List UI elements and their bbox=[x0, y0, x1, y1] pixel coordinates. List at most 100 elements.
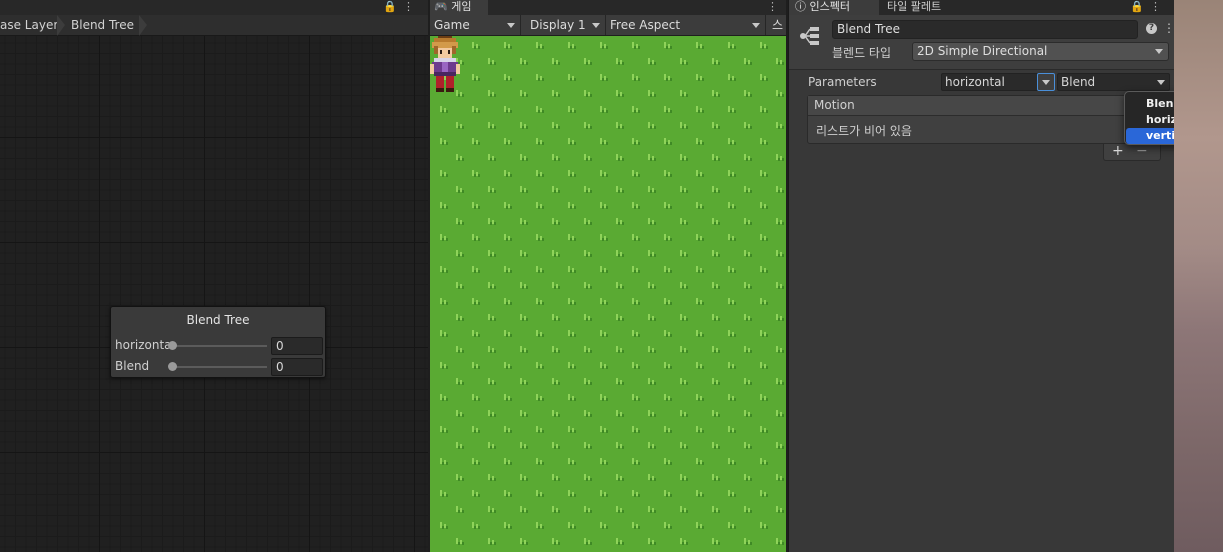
chevron-down-icon bbox=[752, 23, 760, 28]
grass-tuft bbox=[568, 490, 576, 497]
asset-name-field[interactable]: Blend Tree bbox=[832, 20, 1138, 39]
grass-tuft bbox=[568, 138, 576, 145]
grass-tuft bbox=[456, 538, 464, 545]
grass-tuft bbox=[616, 282, 624, 289]
grass-tuft bbox=[520, 218, 528, 225]
grass-tuft bbox=[472, 330, 480, 337]
grass-tuft bbox=[648, 506, 656, 513]
breadcrumb-blend-tree[interactable]: Blend Tree bbox=[71, 15, 134, 36]
grass-tuft bbox=[664, 298, 672, 305]
animator-tab-bar: 🔒⋮ bbox=[0, 0, 428, 15]
grass-tuft bbox=[776, 218, 784, 225]
grass-tuft bbox=[568, 202, 576, 209]
grass-tuft bbox=[696, 490, 704, 497]
tab-game[interactable]: 🎮 게임 bbox=[430, 0, 488, 15]
grass-tuft bbox=[616, 346, 624, 353]
motion-list-empty-text: 리스트가 비어 있음 bbox=[816, 124, 912, 138]
display-dropdown[interactable]: Display 1 bbox=[526, 15, 606, 35]
grass-tuft bbox=[744, 442, 752, 449]
grass-tuft bbox=[744, 506, 752, 513]
grass-tuft bbox=[776, 506, 784, 513]
animator-graph-canvas[interactable] bbox=[0, 36, 428, 552]
node-param-slider-knob[interactable] bbox=[168, 341, 177, 350]
grass-tuft bbox=[664, 458, 672, 465]
tab-tile-palette[interactable]: 타일 팔레트 bbox=[881, 0, 971, 15]
game-viewport[interactable] bbox=[430, 36, 786, 552]
grass-tuft bbox=[728, 330, 736, 337]
blend-type-dropdown[interactable]: 2D Simple Directional bbox=[912, 42, 1169, 61]
grass-tuft bbox=[616, 122, 624, 129]
grass-tuft bbox=[664, 138, 672, 145]
grass-tuft bbox=[568, 42, 576, 49]
add-motion-button[interactable]: + bbox=[1112, 144, 1124, 159]
grass-tuft bbox=[552, 474, 560, 481]
grass-tuft bbox=[776, 410, 784, 417]
grass-tuft bbox=[504, 138, 512, 145]
inspector-panel: ⓘ 인스펙터 타일 팔레트 🔒⋮ Blend Tree ? ⋮ 블렌드 타입 2… bbox=[788, 0, 1175, 552]
node-param-value-field[interactable]: 0 bbox=[271, 337, 323, 355]
node-param-value-field[interactable]: 0 bbox=[271, 358, 323, 376]
grass-tuft bbox=[472, 42, 480, 49]
grass-tuft bbox=[616, 154, 624, 161]
grass-tuft bbox=[712, 314, 720, 321]
grass-tuft bbox=[488, 186, 496, 193]
grass-tuft bbox=[712, 58, 720, 65]
grass-tuft bbox=[616, 90, 624, 97]
node-param-slider-track[interactable] bbox=[175, 366, 267, 368]
motion-list-header: Motion bbox=[808, 96, 1160, 116]
grass-tuft bbox=[728, 426, 736, 433]
grass-tiles bbox=[440, 42, 784, 545]
node-param-slider-track[interactable] bbox=[175, 345, 267, 347]
param-x-dropdown-button[interactable] bbox=[1037, 73, 1055, 91]
grass-tuft bbox=[696, 458, 704, 465]
grass-tuft bbox=[568, 394, 576, 401]
grass-tuft bbox=[456, 410, 464, 417]
panel-lock-and-more-icons[interactable]: 🔒⋮ bbox=[383, 0, 420, 13]
node-param-name: Blend bbox=[115, 359, 150, 373]
grass-tuft bbox=[728, 266, 736, 273]
grass-tuft bbox=[776, 122, 784, 129]
grass-tuft bbox=[440, 138, 448, 145]
remove-motion-button[interactable]: − bbox=[1136, 144, 1148, 159]
grass-tuft bbox=[712, 90, 720, 97]
grass-tuft bbox=[472, 298, 480, 305]
aspect-dropdown[interactable]: Free Aspect bbox=[606, 15, 766, 35]
grass-tuft bbox=[472, 362, 480, 369]
more-options-icon[interactable]: ⋮ bbox=[767, 0, 778, 13]
grass-tuft bbox=[600, 74, 608, 81]
grass-tuft bbox=[744, 346, 752, 353]
chevron-down-icon bbox=[1155, 49, 1163, 54]
grass-tuft bbox=[632, 202, 640, 209]
grass-tuft bbox=[456, 218, 464, 225]
grass-tuft bbox=[440, 490, 448, 497]
grass-tuft bbox=[776, 346, 784, 353]
animator-panel: 🔒⋮ ase Layer Blend Tree Blend Tree horiz… bbox=[0, 0, 428, 552]
panel-lock-and-more-icons[interactable]: 🔒⋮ bbox=[1130, 0, 1167, 13]
grass-tuft bbox=[680, 218, 688, 225]
chevron-down-icon bbox=[592, 23, 600, 28]
grass-tuft bbox=[776, 442, 784, 449]
scale-slider-label[interactable]: 스 bbox=[768, 15, 786, 35]
grass-tuft bbox=[440, 330, 448, 337]
grass-tuft bbox=[504, 490, 512, 497]
param-y-dropdown[interactable]: Blend bbox=[1057, 73, 1170, 91]
grass-tuft bbox=[504, 522, 512, 529]
grass-tuft bbox=[600, 266, 608, 273]
grass-tuft bbox=[632, 234, 640, 241]
grass-tuft bbox=[584, 346, 592, 353]
breadcrumb-base-layer[interactable]: ase Layer bbox=[0, 15, 58, 36]
grass-tuft bbox=[776, 282, 784, 289]
grass-tuft bbox=[536, 298, 544, 305]
grass-tuft bbox=[568, 234, 576, 241]
tab-inspector-label: 인스펙터 bbox=[809, 0, 850, 13]
game-mode-dropdown[interactable]: Game bbox=[430, 15, 521, 35]
grass-tuft bbox=[712, 122, 720, 129]
node-param-slider-knob[interactable] bbox=[168, 362, 177, 371]
tab-inspector[interactable]: ⓘ 인스펙터 bbox=[789, 0, 879, 15]
grass-tuft bbox=[712, 250, 720, 257]
blend-tree-node[interactable]: Blend Tree horizonta 0 Blend 0 bbox=[110, 306, 326, 378]
grass-tuft bbox=[440, 106, 448, 113]
help-icon[interactable]: ? bbox=[1146, 23, 1157, 34]
grass-tuft bbox=[648, 474, 656, 481]
parameters-label: Parameters bbox=[808, 75, 877, 89]
